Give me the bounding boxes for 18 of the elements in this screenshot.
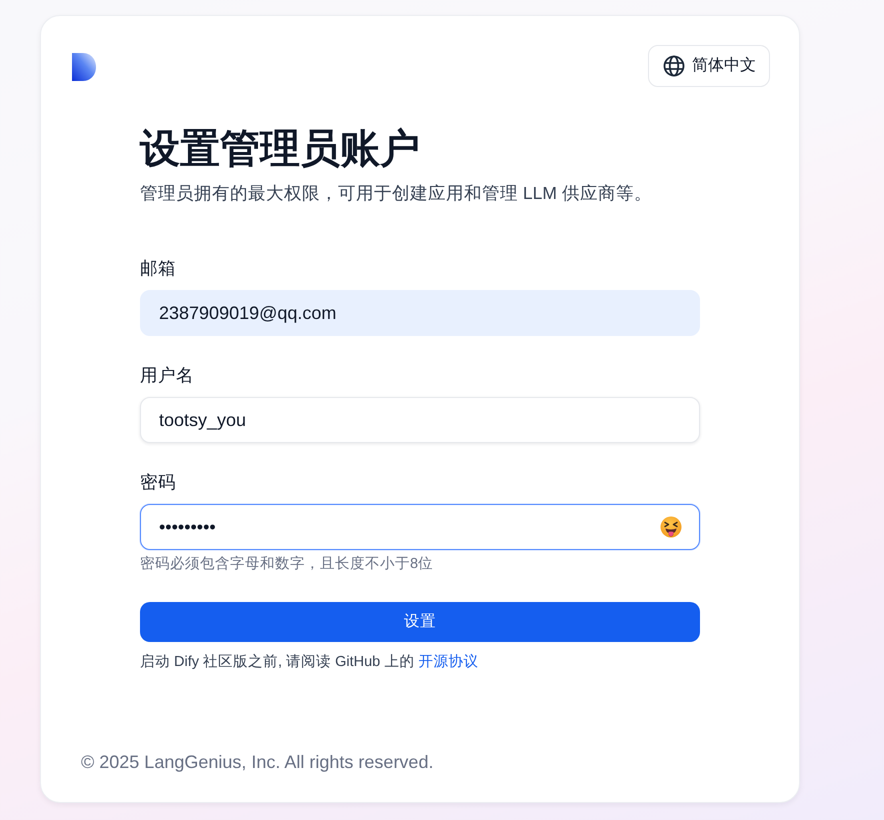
page-title: 设置管理员账户	[140, 126, 421, 173]
copyright-text: © 2025 LangGenius, Inc. All rights reserved.	[81, 751, 434, 774]
show-password-button[interactable]	[660, 516, 682, 538]
input-field[interactable]: tootsy_you	[140, 397, 700, 443]
password-field[interactable]: •••••••••	[140, 504, 700, 550]
password-hint: 密码必须包含字母和数字，且长度不小于8位	[140, 554, 434, 574]
logo-icon	[72, 53, 96, 81]
field-label: 用户名	[140, 364, 194, 387]
globe-icon	[663, 55, 685, 77]
license-link[interactable]: 开源协议	[418, 654, 478, 670]
input-field[interactable]: 2387909019@qq.com	[140, 290, 700, 336]
field-label: 密码	[140, 471, 176, 494]
language-button[interactable]: 简体中文	[648, 45, 770, 87]
submit-button[interactable]: 设置	[140, 602, 700, 642]
notice-text: 启动 Dify 社区版之前, 请阅读 GitHub 上的 开源协议	[140, 652, 478, 672]
page-subtitle: 管理员拥有的最大权限，可用于创建应用和管理 LLM 供应商等。	[140, 182, 653, 205]
field-label: 邮箱	[140, 257, 176, 280]
squinting-face-icon	[660, 516, 682, 538]
